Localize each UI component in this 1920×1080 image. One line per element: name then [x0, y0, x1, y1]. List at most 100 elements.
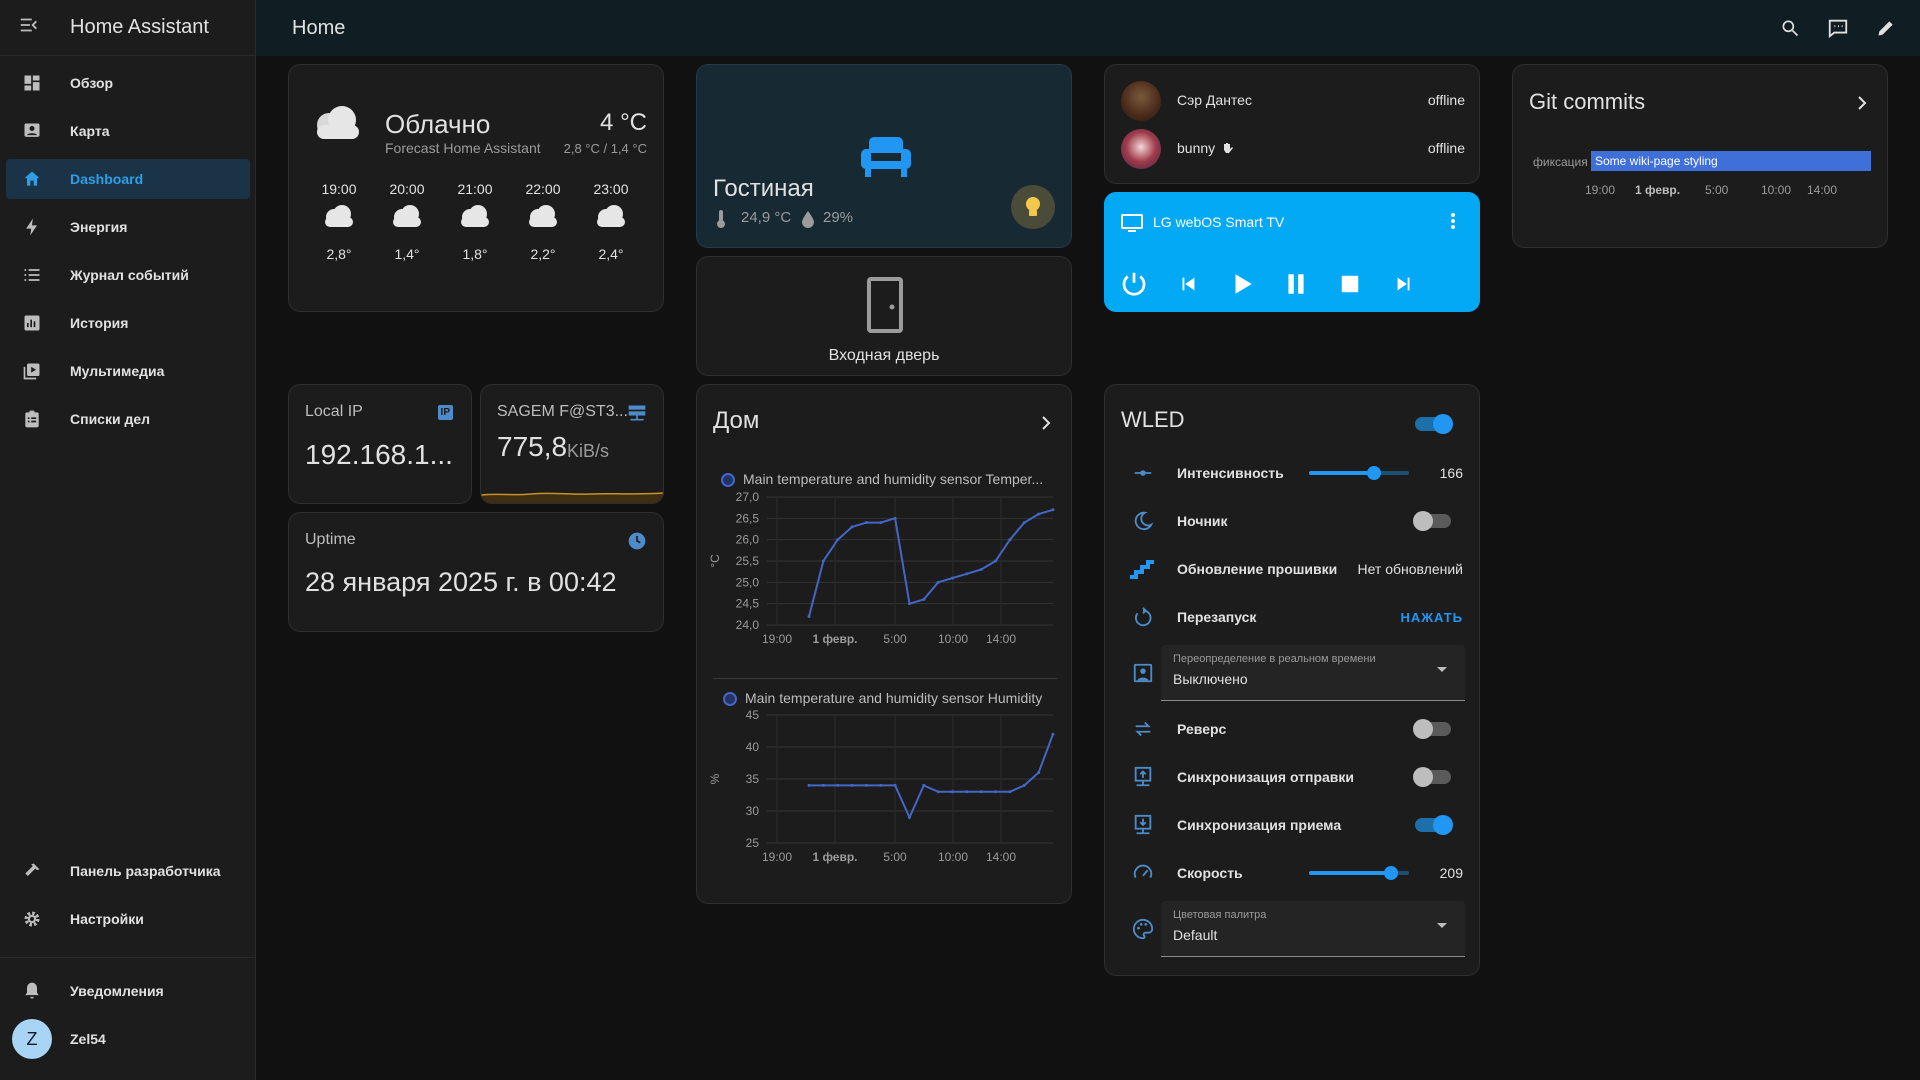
palette-row: Цветовая палитра Default — [1105, 901, 1479, 957]
local-ip-card[interactable]: Local IP IP 192.168.1... — [288, 384, 472, 504]
sidebar-item-label: Dashboard — [70, 171, 144, 187]
sidebar-item-overview[interactable]: Обзор — [6, 63, 250, 103]
bell-icon — [10, 981, 54, 1001]
data-point — [1037, 512, 1041, 516]
power-button[interactable] — [1119, 269, 1149, 304]
legend-label[interactable]: Main temperature and humidity sensor Hum… — [745, 690, 1042, 706]
restart-button[interactable]: НАЖАТЬ — [1400, 610, 1463, 625]
forecast-hour: 19:00 2,8° — [309, 181, 369, 262]
sync-receive-row: Синхронизация приема — [1105, 801, 1479, 849]
lightning-icon — [10, 217, 54, 237]
next-track-button[interactable] — [1393, 273, 1415, 300]
data-point — [1008, 538, 1012, 542]
sidebar-item-settings[interactable]: Настройки — [6, 899, 250, 939]
y-tick-label: 25 — [746, 836, 760, 850]
data-point — [965, 572, 969, 576]
media-icon — [10, 361, 54, 381]
person-row[interactable]: Сэр Дантес offline — [1121, 81, 1465, 121]
more-vert-icon[interactable] — [1451, 213, 1455, 234]
server-network-icon — [627, 403, 647, 428]
area-temperature: 24,9 °C — [741, 209, 792, 226]
sagem-value: 775,8 — [497, 431, 568, 462]
sidebar-item-logbook[interactable]: Журнал событий — [6, 255, 250, 295]
timeline-tick: 14:00 — [1807, 183, 1838, 197]
chevron-right-icon[interactable] — [1857, 95, 1867, 116]
override-icon — [1125, 662, 1161, 684]
media-player-card[interactable]: LG webOS Smart TV — [1104, 192, 1480, 312]
assist-icon[interactable] — [1824, 14, 1852, 42]
forecast-hour: 21:00 1,8° — [445, 181, 505, 262]
edit-icon[interactable] — [1872, 14, 1900, 42]
restart-label: Перезапуск — [1177, 609, 1257, 625]
uptime-card[interactable]: Uptime 28 января 2025 г. в 00:42 — [288, 512, 664, 632]
speed-value: 209 — [1439, 865, 1463, 881]
x-tick-label: 5:00 — [883, 632, 907, 646]
lightbulb-icon — [1026, 197, 1040, 216]
cloudy-icon — [525, 203, 561, 234]
intensity-slider[interactable] — [1309, 466, 1409, 480]
forecast-hour: 23:00 2,4° — [581, 181, 641, 262]
search-icon[interactable] — [1776, 14, 1804, 42]
history-card[interactable]: Дом Main temperature and humidity sensor… — [696, 384, 1072, 904]
area-humidity: 29% — [823, 209, 854, 226]
data-point — [951, 576, 955, 580]
sidebar-item-media[interactable]: Мультимедиа — [6, 351, 250, 391]
override-select[interactable]: Переопределение в реальном времени Выклю… — [1161, 645, 1465, 701]
palette-select[interactable]: Цветовая палитра Default — [1161, 901, 1465, 957]
download-network-icon — [1125, 814, 1161, 836]
wled-power-toggle[interactable] — [1415, 414, 1453, 434]
x-tick-label: 14:00 — [986, 632, 1016, 646]
sidebar-item-developer-tools[interactable]: Панель разработчика — [6, 851, 250, 891]
speed-row: Скорость 209 — [1105, 849, 1479, 897]
data-point — [1008, 790, 1012, 794]
top-bar: Home — [256, 0, 1920, 56]
person-row[interactable]: bunny offline — [1121, 129, 1465, 169]
uptime-label: Uptime — [305, 531, 356, 548]
door-icon — [865, 277, 905, 338]
data-point — [936, 580, 940, 584]
sagem-sparkline — [481, 492, 663, 503]
sidebar-item-label: Журнал событий — [70, 267, 189, 283]
legend-label[interactable]: Main temperature and humidity sensor Tem… — [743, 471, 1043, 487]
speed-slider[interactable] — [1309, 866, 1409, 880]
person-state: offline — [1427, 92, 1465, 108]
weather-range: 2,8 °C / 1,4 °C — [563, 141, 647, 156]
sidebar-item-dashboard[interactable]: Dashboard — [6, 159, 250, 199]
living-room-card[interactable]: Гостиная 24,9 °C 29% — [696, 64, 1072, 248]
sync-send-row: Синхронизация отправки — [1105, 753, 1479, 801]
y-tick-label: 35 — [746, 772, 760, 786]
sidebar-item-notifications[interactable]: Уведомления — [6, 971, 250, 1011]
sidebar-item-profile[interactable]: Z Zel54 — [6, 1019, 250, 1059]
sync-send-toggle[interactable] — [1413, 767, 1451, 787]
sidebar-item-energy[interactable]: Энергия — [6, 207, 250, 247]
data-point — [836, 538, 840, 542]
forecast-time: 22:00 — [525, 181, 561, 197]
stop-button[interactable] — [1339, 273, 1361, 300]
data-point — [936, 790, 940, 794]
x-tick-label: 19:00 — [762, 850, 792, 864]
data-point — [994, 559, 998, 563]
front-door-card[interactable]: Входная дверь — [696, 256, 1072, 376]
weather-card[interactable]: Облачно 4 °C Forecast Home Assistant 2,8… — [288, 64, 664, 312]
previous-track-button[interactable] — [1177, 273, 1199, 300]
x-tick-label: 1 февр. — [812, 850, 857, 864]
sidebar-item-todo[interactable]: Списки дел — [6, 399, 250, 439]
chevron-right-icon[interactable] — [1041, 415, 1051, 436]
menu-collapse-icon[interactable] — [18, 14, 40, 41]
lightbulb-button[interactable] — [1011, 185, 1055, 229]
sidebar-item-label: Карта — [70, 123, 110, 139]
pause-button[interactable] — [1283, 271, 1309, 302]
forecast-temp: 2,2° — [530, 246, 556, 262]
sidebar-item-map[interactable]: Карта — [6, 111, 250, 151]
data-point — [965, 790, 969, 794]
git-commits-card[interactable]: Git commits фиксация Some wiki-page styl… — [1512, 64, 1888, 248]
reverse-toggle[interactable] — [1413, 719, 1451, 739]
nightlight-toggle[interactable] — [1413, 511, 1451, 531]
avatar — [1121, 81, 1161, 121]
reverse-row: Реверс — [1105, 705, 1479, 753]
sidebar-item-history[interactable]: История — [6, 303, 250, 343]
sagem-traffic-card[interactable]: SAGEM F@ST3... 775,8 KiB/s — [480, 384, 664, 504]
play-button[interactable] — [1229, 271, 1255, 302]
sync-receive-toggle[interactable] — [1415, 815, 1453, 835]
ip-badge-icon: IP — [437, 405, 453, 420]
